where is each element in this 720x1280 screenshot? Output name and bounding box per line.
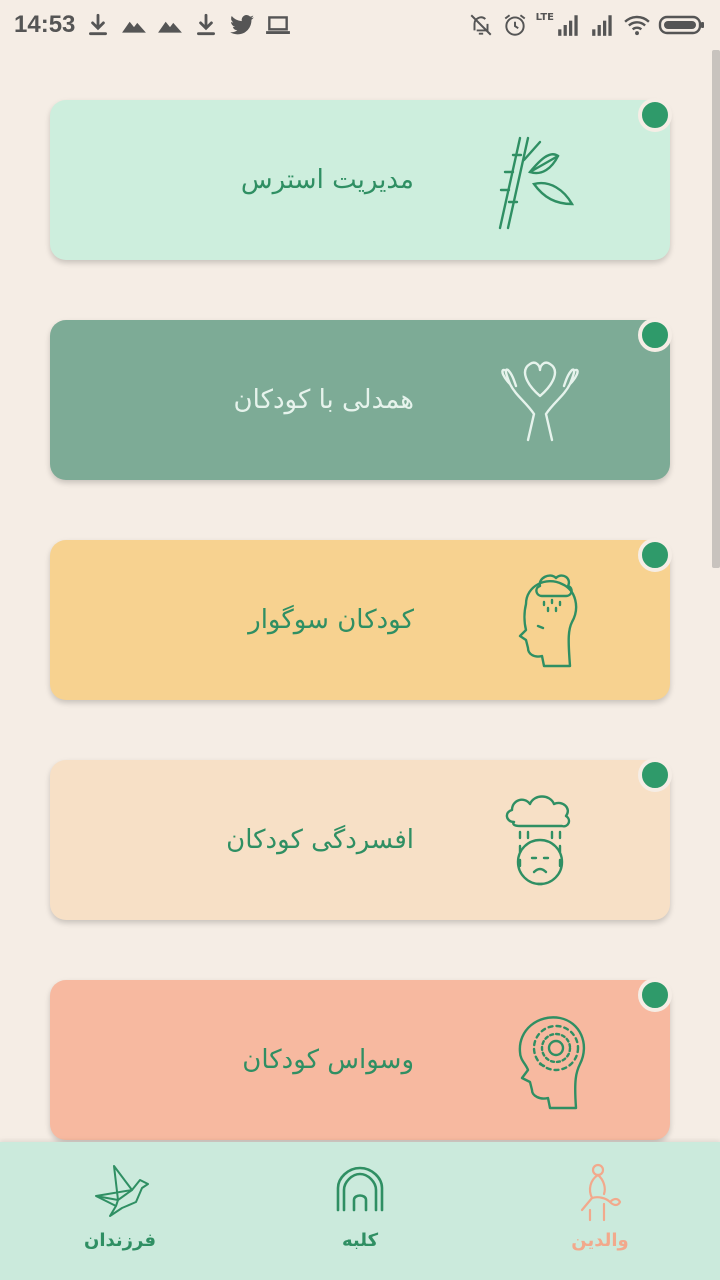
topic-card-title: وسواس کودکان: [242, 1045, 414, 1075]
nav-label: والدین: [571, 1230, 629, 1251]
topic-card-title: کودکان سوگوار: [248, 605, 414, 635]
origami-bird-icon: [88, 1160, 152, 1224]
topic-card-empathy[interactable]: همدلی با کودکان: [50, 318, 672, 480]
new-indicator-dot: [638, 318, 672, 352]
nav-item-children[interactable]: فرزندان: [60, 1160, 180, 1270]
topic-card-title: همدلی با کودکان: [233, 385, 414, 415]
topic-list: مدیریت استرس همدلی با کودکان کودکان سوگو…: [0, 0, 720, 1280]
nav-item-hut[interactable]: کلبه: [300, 1160, 420, 1270]
grieving-head-icon: [480, 560, 600, 680]
new-indicator-dot: [638, 758, 672, 792]
spiral-head-icon: [480, 1000, 600, 1120]
topic-card-childhood-ocd[interactable]: وسواس کودکان: [50, 978, 672, 1140]
hut-icon: [328, 1160, 392, 1224]
hands-heart-icon: [480, 340, 600, 460]
new-indicator-dot: [638, 538, 672, 572]
topic-card-grieving-children[interactable]: کودکان سوگوار: [50, 538, 672, 700]
parent-figure-icon: [568, 1160, 632, 1224]
new-indicator-dot: [638, 978, 672, 1012]
rain-cloud-face-icon: [480, 780, 600, 900]
nav-label: کلبه: [341, 1230, 379, 1251]
nav-label: فرزندان: [83, 1230, 157, 1251]
topic-card-title: افسردگی کودکان: [226, 825, 414, 855]
nav-item-parents[interactable]: والدین: [540, 1160, 660, 1270]
new-indicator-dot: [638, 98, 672, 132]
topic-card-title: مدیریت استرس: [240, 165, 414, 195]
topic-card-stress-management[interactable]: مدیریت استرس: [50, 98, 672, 260]
bottom-navigation: فرزندان کلبه والدین: [0, 1142, 720, 1280]
bamboo-icon: [480, 120, 600, 240]
topic-card-childhood-depression[interactable]: افسردگی کودکان: [50, 758, 672, 920]
